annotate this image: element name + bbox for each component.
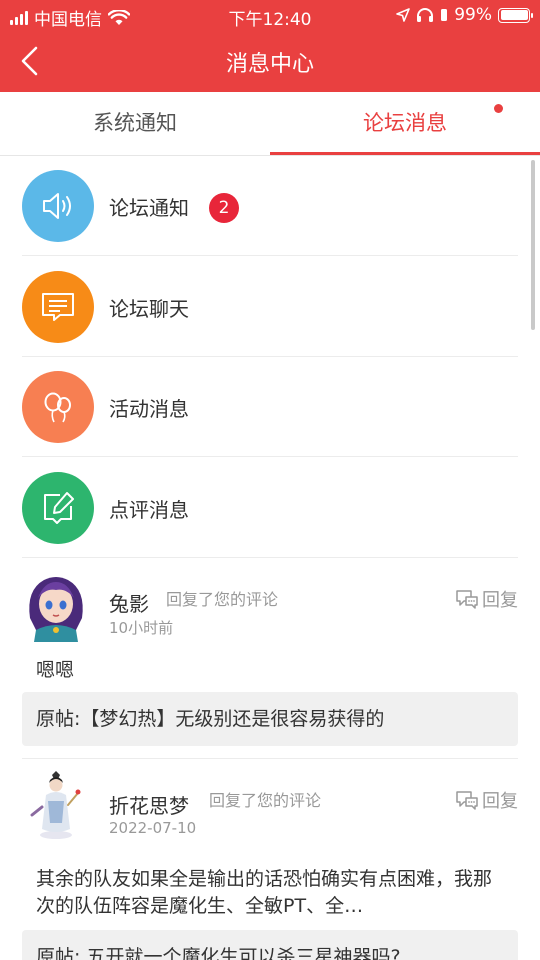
message-content: 其余的队友如果全是输出的话恐怕确实有点困难，我那次的队伍阵容是魔化生、全敏PT、… [36,868,493,917]
tab-system-notice[interactable]: 系统通知 [0,92,270,156]
category-icon-circle [22,170,94,242]
original-post[interactable]: 原帖:【梦幻热】无级别还是很容易获得的 [22,692,518,746]
reply-label: 回复 [482,791,518,812]
username[interactable]: 折花思梦 [109,790,189,819]
category-icon-circle [22,371,94,443]
battery-icon [498,7,533,23]
category-forum-chat[interactable]: 论坛聊天 [22,257,518,357]
action-text: 回复了您的评论 [209,791,322,810]
chat-icon [42,293,74,321]
active-tab-indicator [270,152,540,155]
category-review-messages[interactable]: 点评消息 [22,458,518,558]
message-item: 兔影 回复了您的评论 10小时前 回复 嗯嗯 原帖:【梦幻热】无级别还是很容易获… [22,558,518,758]
unread-count-badge: 2 [209,193,239,223]
unread-dot [494,104,503,113]
avatar[interactable] [22,572,90,642]
category-label: 点评消息 [109,498,189,522]
status-right: 99% [396,5,533,25]
action-text: 回复了您的评论 [166,590,279,609]
tab-bar: 系统通知 论坛消息 [0,92,540,156]
category-icon-circle [22,472,94,544]
battery-small-icon [441,9,448,21]
message-item: 折花思梦 回复了您的评论 2022-07-10 回复 其余的队友如果全是输出的话… [22,759,518,960]
headphones-icon [417,8,434,22]
message-content: 嗯嗯 [36,659,75,681]
original-post[interactable]: 原帖: 五开就一个魔化生可以杀三星神器吗? [22,930,518,960]
timestamp: 10小时前 [109,619,174,637]
reply-label: 回复 [482,590,518,611]
scrollbar[interactable] [531,160,535,330]
edit-icon [44,492,74,524]
status-bar: 中国电信 下午12:40 99% [0,0,540,30]
speaker-icon [43,193,71,219]
category-icon-circle [22,271,94,343]
category-label: 论坛通知 [109,196,189,220]
category-label: 活动消息 [109,397,189,421]
timestamp: 2022-07-10 [109,819,197,837]
avatar[interactable] [22,771,90,841]
reply-chat-icon [456,791,478,810]
page-title: 消息中心 [225,52,314,77]
category-forum-notice[interactable]: 论坛通知 2 [22,156,518,256]
category-label: 论坛聊天 [109,297,189,321]
reply-chat-icon [456,590,478,609]
location-arrow-icon [396,8,411,22]
reply-button[interactable]: 回复 [455,586,518,612]
balloon-icon [44,392,71,423]
reply-button[interactable]: 回复 [455,787,518,813]
category-activity-messages[interactable]: 活动消息 [22,357,518,457]
username[interactable]: 兔影 [109,588,149,617]
nav-bar: 消息中心 [0,30,540,92]
tab-forum-messages[interactable]: 论坛消息 [270,92,540,156]
battery-label: 99% [454,5,492,25]
